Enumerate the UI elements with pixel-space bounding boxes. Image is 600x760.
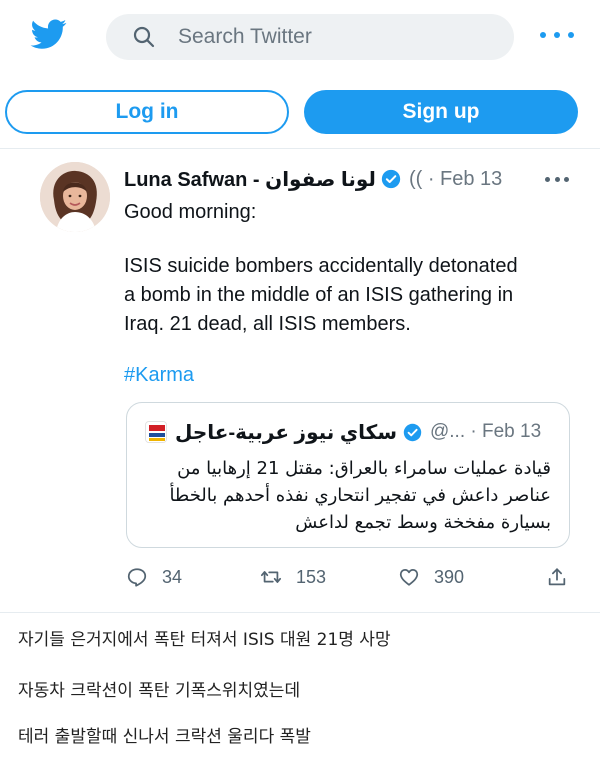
retweet-button[interactable]: 153 [260, 562, 326, 592]
tweet-text-line: Iraq. 21 dead, all ISIS members. [124, 313, 411, 335]
tweet-text-line: ISIS suicide bombers accidentally detona… [124, 255, 518, 277]
quoted-handle-date[interactable]: @... · Feb 13 [430, 421, 541, 443]
quoted-header: سكاي نيوز عربية-عاجل @... · Feb 13 [175, 417, 541, 447]
retweet-icon [260, 571, 282, 583]
like-button[interactable]: 390 [398, 562, 464, 592]
quoted-text-line: عناصر داعش في تفجير انتحاري نفذه أحدهم ب… [169, 485, 551, 506]
dot [540, 32, 546, 38]
tweet-more-icon[interactable] [545, 175, 569, 183]
dot [564, 176, 569, 182]
avatar[interactable] [40, 162, 110, 232]
hashtag-link[interactable]: #Karma [124, 360, 194, 390]
search-input[interactable] [178, 25, 478, 49]
tweet-header: Luna Safwan - لونا صفوان (( · Feb 13 [124, 166, 502, 192]
search-icon [133, 26, 155, 48]
quoted-author-name[interactable]: سكاي نيوز عربية-عاجل [175, 420, 397, 445]
dot [554, 176, 560, 182]
quoted-text-line: قيادة عمليات سامراء بالعراق: مقتل 21 إره… [177, 458, 551, 479]
quoted-avatar [145, 421, 167, 443]
heart-icon [399, 568, 419, 586]
caption-line: 테러 출발할때 신나서 크락션 울리다 폭발 [18, 727, 311, 747]
share-button[interactable] [546, 562, 568, 592]
avatar-image [40, 162, 110, 232]
quoted-tweet[interactable]: سكاي نيوز عربية-عاجل @... · Feb 13 قيادة… [126, 402, 570, 548]
more-dots-icon[interactable] [540, 25, 574, 45]
signup-button[interactable]: Sign up [304, 90, 578, 134]
caption-line: 자기들 은거지에서 폭탄 터져서 ISIS 대원 21명 사망 [18, 630, 391, 650]
quoted-text-line: بسيارة مفخخة وسط تجمع لداعش [295, 512, 551, 533]
reply-icon [127, 568, 147, 587]
tweet-actions: 34 153 390 [126, 562, 572, 592]
divider [0, 148, 600, 149]
retweet-count: 153 [296, 566, 327, 587]
sky-news-logo-icon [146, 422, 166, 442]
verified-badge-icon [403, 423, 422, 441]
quoted-text: قيادة عمليات سامراء بالعراق: مقتل 21 إره… [141, 455, 551, 536]
like-count: 390 [434, 566, 465, 587]
dot [545, 176, 550, 182]
top-bar [0, 0, 600, 76]
login-button[interactable]: Log in [5, 90, 289, 134]
verified-badge-icon [381, 169, 401, 189]
author-name[interactable]: Luna Safwan - لونا صفوان [124, 167, 376, 192]
tweet-text-line: a bomb in the middle of an ISIS gatherin… [124, 284, 514, 306]
dot [554, 32, 560, 38]
share-icon [548, 568, 566, 586]
search-box[interactable] [106, 14, 514, 60]
tweet-handle-date[interactable]: (( · Feb 13 [409, 168, 502, 191]
reply-button[interactable]: 34 [126, 562, 182, 592]
divider [0, 612, 600, 613]
reply-count: 34 [162, 566, 183, 587]
dot [568, 32, 574, 38]
caption-line: 자동차 크락션이 폭탄 기폭스위치였는데 [18, 681, 301, 701]
tweet-text-line: Good morning: [124, 201, 257, 223]
twitter-bird-icon[interactable] [28, 16, 70, 52]
